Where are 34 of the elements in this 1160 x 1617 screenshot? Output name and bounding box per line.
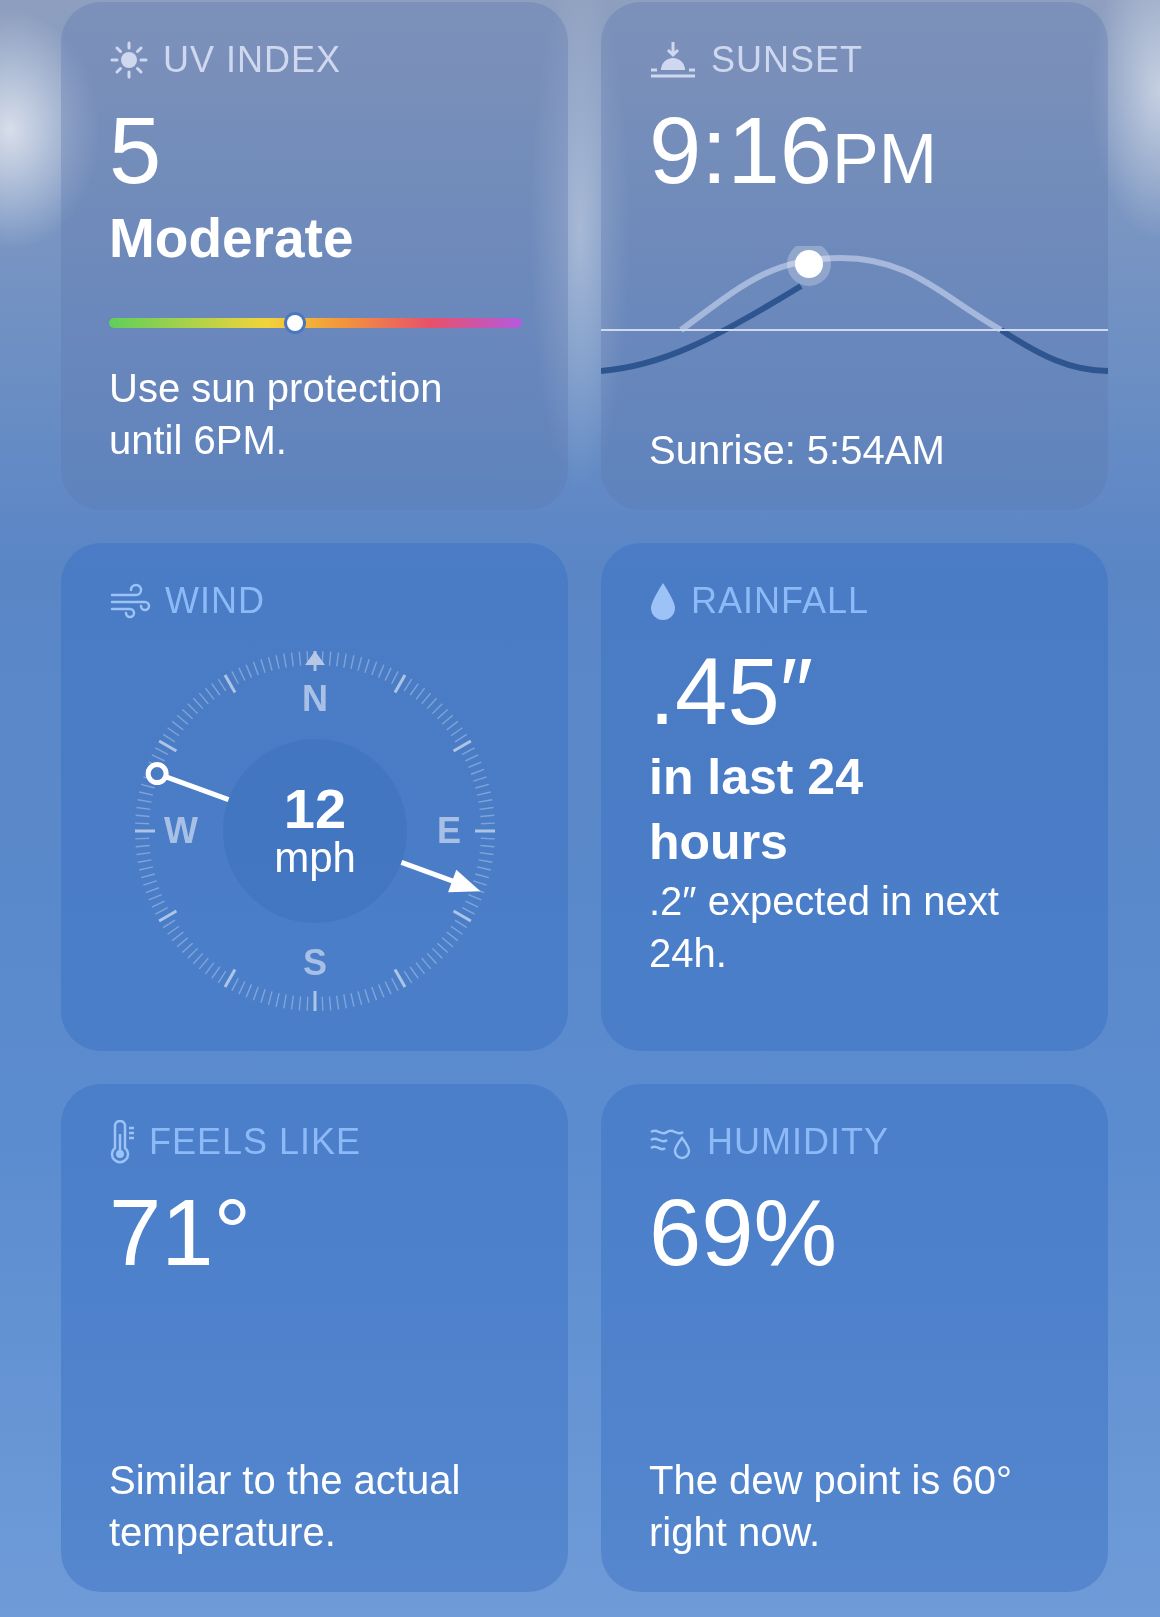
card-title: HUMIDITY <box>707 1121 889 1163</box>
card-title: FEELS LIKE <box>149 1121 362 1163</box>
weather-card[interactable]: WIND N E S W 12 mph <box>61 543 568 1051</box>
uv-note: Use sun protection until 6PM. <box>109 365 444 464</box>
drop-icon <box>649 581 677 621</box>
thermometer-icon <box>109 1120 135 1164</box>
wind-icon <box>109 583 151 619</box>
humidity-value: 69% <box>649 1186 839 1280</box>
card-title: RAINFALL <box>691 580 870 622</box>
temperature-value: 71° <box>109 1186 253 1280</box>
compass-direction: W <box>163 809 198 851</box>
north-marker-icon <box>304 651 325 665</box>
rainfall-value: .45″ <box>649 645 814 739</box>
compass-direction: N <box>301 677 328 719</box>
weather-card[interactable]: SUNSET 9:16PM Sunrise: 5:54AM <box>601 2 1108 510</box>
sunset-icon <box>649 40 697 80</box>
uv-value: 5 <box>109 104 163 198</box>
compass-direction: S <box>302 941 327 983</box>
card-title: SUNSET <box>711 39 864 81</box>
dew-point-note: The dew point is 60° right now. <box>649 1457 1013 1556</box>
uv-category: Moderate <box>109 206 355 270</box>
compass-direction: E <box>436 809 461 851</box>
card-title: WIND <box>165 580 265 622</box>
sun-icon <box>109 40 149 80</box>
rainfall-note: .2″ expected in next 24h. <box>649 878 1000 977</box>
weather-card[interactable]: UV INDEX 5 Moderate Use sun protection until 6PM. <box>61 2 568 510</box>
sunrise-time: Sunrise: 5:54AM <box>649 427 946 474</box>
rainfall-period: in last 24 hours <box>649 748 864 872</box>
weather-card[interactable]: FEELS LIKE 71° Similar to the actual temperature. <box>61 1084 568 1592</box>
weather-card[interactable]: RAINFALL .45″ in last 24 hours .2″ expected in next 24h. <box>601 543 1108 1051</box>
card-title: UV INDEX <box>163 39 342 81</box>
sunset-time: 9:16PM <box>649 104 938 198</box>
feels-like-note: Similar to the actual temperature. <box>109 1457 462 1556</box>
weather-card[interactable]: HUMIDITY 69% The dew point is 60° right now. <box>601 1084 1108 1592</box>
